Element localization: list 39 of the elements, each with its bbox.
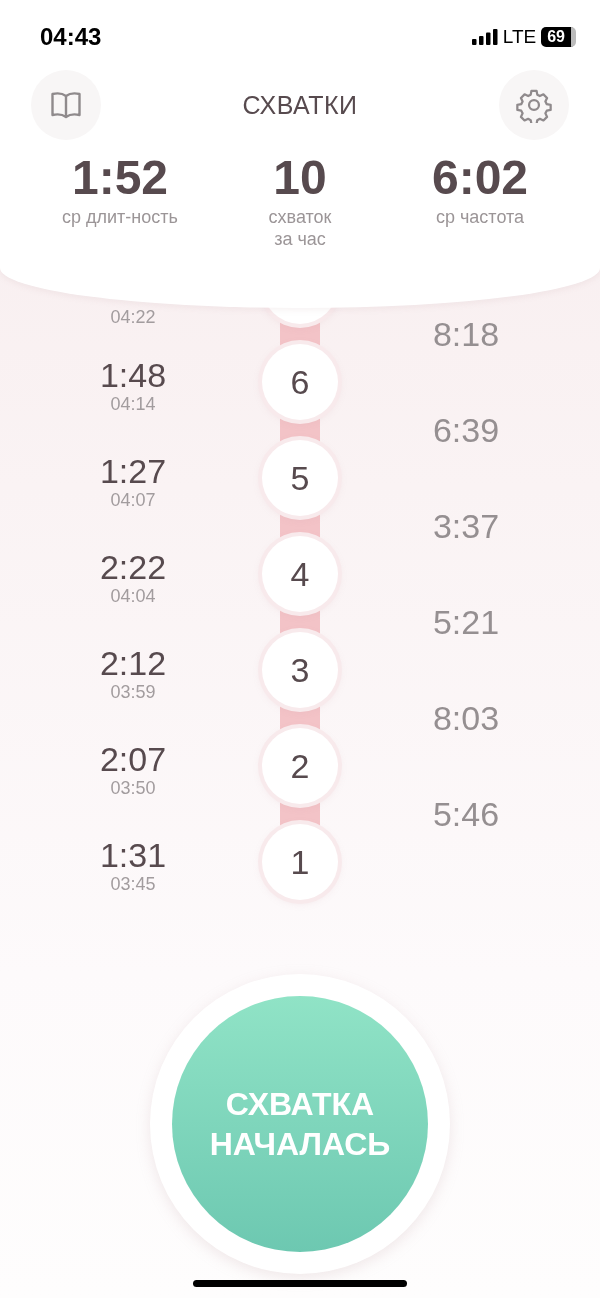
contraction-number: 4 bbox=[262, 536, 338, 612]
interval-text: 5:46 bbox=[432, 794, 500, 834]
start-time: 04:22 bbox=[110, 306, 156, 328]
interval-text: 6:39 bbox=[432, 410, 500, 450]
screen-title: СХВАТКИ bbox=[242, 90, 358, 120]
start-time: 03:45 bbox=[110, 873, 156, 895]
stat-label: за час bbox=[274, 228, 326, 250]
stat-value: 10 bbox=[273, 150, 327, 206]
start-time: 03:59 bbox=[110, 681, 156, 703]
start-time: 03:50 bbox=[110, 777, 156, 799]
duration-text: 1:27 bbox=[99, 453, 167, 489]
contraction-number: 3 bbox=[262, 632, 338, 708]
duration-text: 2:07 bbox=[99, 741, 167, 777]
start-time: 04:07 bbox=[110, 489, 156, 511]
contraction-number: 6 bbox=[262, 344, 338, 420]
contraction-number: 5 bbox=[262, 440, 338, 516]
interval-text: 8:18 bbox=[432, 314, 500, 354]
stat-value: 1:52 bbox=[71, 150, 169, 206]
signal-icon bbox=[471, 29, 498, 45]
contraction-number: 1 bbox=[262, 824, 338, 900]
network-label: LTE bbox=[502, 26, 537, 48]
stat-label: схваток bbox=[268, 206, 332, 228]
duration-text: 2:22 bbox=[99, 549, 167, 585]
duration-text: 2:12 bbox=[99, 645, 167, 681]
stat-label: ср длит-ность bbox=[62, 206, 178, 228]
contraction-start-button[interactable]: СХВАТКА НАЧАЛАСЬ bbox=[172, 996, 428, 1252]
status-time: 04:43 bbox=[40, 23, 102, 51]
start-time: 04:04 bbox=[110, 585, 156, 607]
start-time: 04:14 bbox=[110, 393, 156, 415]
interval-text: 8:03 bbox=[432, 698, 500, 738]
stat-value: 6:02 bbox=[431, 150, 529, 206]
duration-text: 1:48 bbox=[99, 357, 167, 393]
battery-indicator: 69 bbox=[541, 27, 576, 47]
duration-text: 1:31 bbox=[99, 837, 167, 873]
interval-text: 5:21 bbox=[432, 602, 500, 642]
stat-label: ср частота bbox=[435, 206, 525, 228]
settings-icon bbox=[516, 87, 552, 123]
interval-text: 3:37 bbox=[432, 506, 500, 546]
book-icon bbox=[50, 91, 82, 119]
